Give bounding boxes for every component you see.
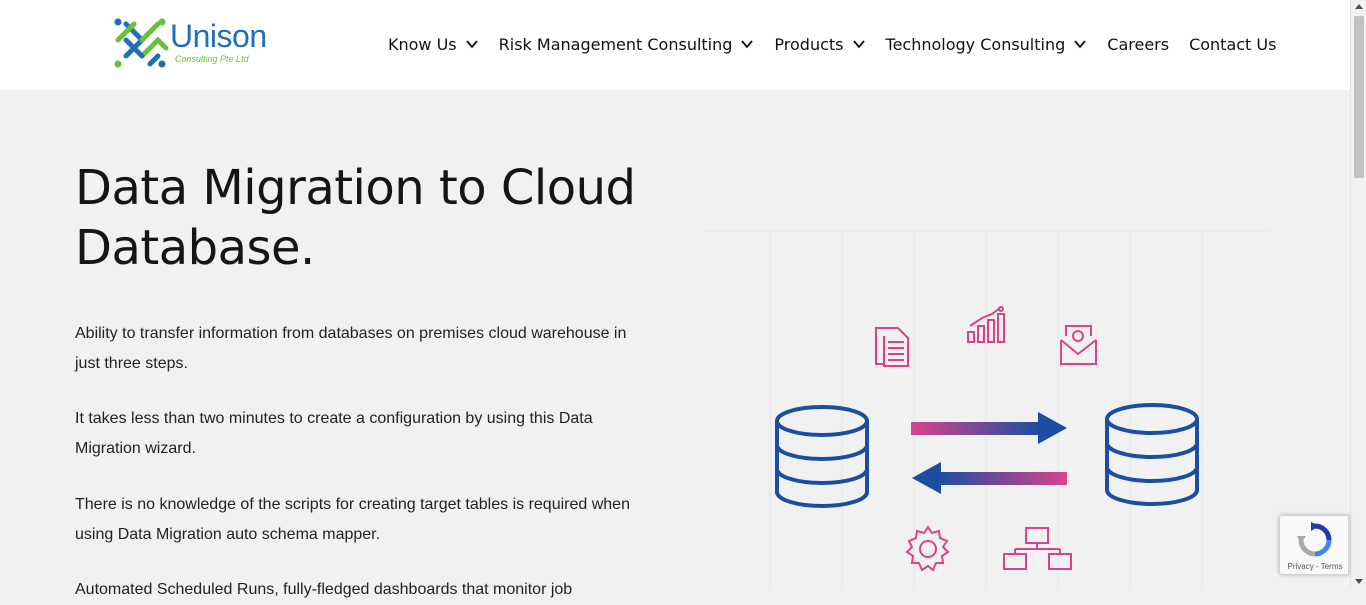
page-scrollbar[interactable] <box>1350 0 1366 589</box>
recaptcha-icon <box>1297 522 1332 557</box>
nav-label: Products <box>774 34 844 54</box>
logo-mark-icon <box>114 18 169 68</box>
nav-label: Risk Management Consulting <box>498 34 733 54</box>
recaptcha-privacy-link[interactable]: Privacy <box>1288 562 1314 571</box>
chevron-down-icon <box>465 40 478 49</box>
nav-label: Careers <box>1107 34 1170 54</box>
nav-item-technology-consulting[interactable]: Technology Consulting <box>886 35 1088 54</box>
nav-item-careers[interactable]: Careers <box>1107 35 1169 54</box>
title-line-2: Database. <box>75 220 315 276</box>
site-header: Unison Consulting Pte Ltd Know Us Risk M… <box>0 0 1350 90</box>
page-title: Data Migration to Cloud Database. <box>75 158 695 278</box>
nav-label: Technology Consulting <box>885 34 1066 54</box>
unison-logo[interactable]: Unison Consulting Pte Ltd <box>112 14 272 72</box>
scroll-thumb[interactable] <box>1354 16 1364 178</box>
intro-paragraph-2: It takes less than two minutes to create… <box>75 410 593 457</box>
logo-name: Unison <box>170 18 267 54</box>
scroll-down-arrow-icon[interactable] <box>1355 579 1363 584</box>
recaptcha-links: Privacy - Terms <box>1280 562 1350 571</box>
intro-paragraph-1: Ability to transfer information from dat… <box>75 325 627 372</box>
chevron-down-icon <box>741 40 754 49</box>
recaptcha-badge[interactable]: Privacy - Terms <box>1279 515 1349 575</box>
logo-tagline: Consulting Pte Ltd <box>175 54 249 64</box>
nav-label: Contact Us <box>1189 34 1277 54</box>
recaptcha-separator: - <box>1313 562 1321 571</box>
intro-paragraph-3: There is no knowledge of the scripts for… <box>75 496 630 543</box>
chevron-down-icon <box>852 40 865 49</box>
chevron-down-icon <box>1074 40 1086 49</box>
intro-paragraph-4: Automated Scheduled Runs, fully-fledged … <box>75 581 573 598</box>
recaptcha-terms-link[interactable]: Terms <box>1321 562 1343 571</box>
nav-item-products[interactable]: Products <box>774 35 865 54</box>
data-migration-illustration <box>700 230 1275 589</box>
nav-item-know-us[interactable]: Know Us <box>388 35 479 54</box>
nav-item-contact-us[interactable]: Contact Us <box>1189 35 1276 54</box>
nav-item-risk-management-consulting[interactable]: Risk Management Consulting <box>499 35 755 54</box>
nav-label: Know Us <box>388 34 457 54</box>
main-nav: Know Us Risk Management Consulting Produ… <box>388 30 1276 58</box>
title-line-1: Data Migration to Cloud <box>75 160 636 216</box>
scroll-up-arrow-icon[interactable] <box>1355 4 1363 9</box>
